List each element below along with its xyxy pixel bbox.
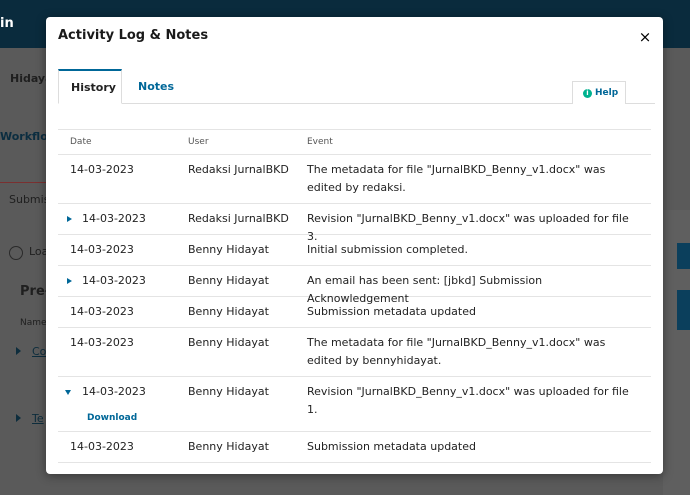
history-table: Date User Event 14-03-2023 Redaksi Jurna… [58,129,651,463]
table-row: 14-03-2023 Benny Hidayat The metadata fo… [58,328,651,377]
row-date: 14-03-2023 [70,243,134,256]
activity-log-modal: Activity Log & Notes × History Notes i He… [46,17,663,474]
row-event: Submission metadata updated [307,305,476,318]
tab-history[interactable]: History [58,69,122,104]
row-user: Benny Hidayat [188,336,269,349]
row-date: 14-03-2023 [82,274,146,287]
header-event: Event [307,137,333,147]
row-user: Benny Hidayat [188,385,269,398]
help-label: Help [595,88,619,98]
table-row: 14-03-2023 Redaksi JurnalBKD The metadat… [58,155,651,204]
table-row[interactable]: 14-03-2023 Benny Hidayat An email has be… [58,266,651,305]
row-date: 14-03-2023 [82,212,146,225]
row-user: Redaksi JurnalBKD [188,212,289,225]
bg-link-1: Co [32,345,47,358]
row-date: 14-03-2023 [70,440,134,453]
table-row[interactable]: 14-03-2023 Redaksi JurnalBKD Revision "J… [58,204,651,243]
row-user: Benny Hidayat [188,274,269,287]
row-user: Redaksi JurnalBKD [188,163,289,176]
topbar-title: in [0,16,14,31]
header-date: Date [70,137,92,147]
table-row: 14-03-2023 Benny Hidayat Submission meta… [58,432,651,463]
bg-expand-icon-2 [16,414,21,422]
table-row: 14-03-2023 Benny Hidayat Submission meta… [58,297,651,328]
row-user: Benny Hidayat [188,243,269,256]
bg-right-button [677,243,690,269]
close-icon[interactable]: × [637,29,653,45]
bg-divider [0,182,46,183]
row-event: The metadata for file "JurnalBKD_Benny_v… [307,163,606,194]
bg-link-2: Te [32,412,44,425]
row-date: 14-03-2023 [70,336,134,349]
row-event: Submission metadata updated [307,440,476,453]
row-date: 14-03-2023 [82,385,146,398]
table-row[interactable]: 14-03-2023 Benny Hidayat Revision "Jurna… [58,377,651,432]
header-user: User [188,137,209,147]
row-user: Benny Hidayat [188,305,269,318]
row-event: Revision "JurnalBKD_Benny_v1.docx" was u… [307,385,629,416]
row-user: Benny Hidayat [188,440,269,453]
table-header: Date User Event [58,130,651,155]
download-link[interactable]: Download [87,413,137,423]
bg-col-name: Name [20,318,47,328]
table-row: 14-03-2023 Benny Hidayat Initial submiss… [58,235,651,266]
row-date: 14-03-2023 [70,305,134,318]
modal-title: Activity Log & Notes [58,28,209,43]
bg-spinner [9,246,23,260]
row-event: The metadata for file "JurnalBKD_Benny_v… [307,336,606,367]
modal-body: History Notes i Help Date User Event 14-0… [58,67,655,467]
help-button[interactable]: i Help [572,81,626,104]
bg-right-button-2 [677,290,690,330]
expand-icon[interactable] [67,278,72,284]
tab-notes[interactable]: Notes [126,69,186,104]
bg-expand-icon [16,347,21,355]
row-date: 14-03-2023 [70,163,134,176]
collapse-icon[interactable] [65,390,71,395]
bg-tab-submission: Submis [9,193,50,206]
expand-icon[interactable] [67,216,72,222]
row-event: Initial submission completed. [307,243,468,256]
info-icon: i [583,89,592,98]
